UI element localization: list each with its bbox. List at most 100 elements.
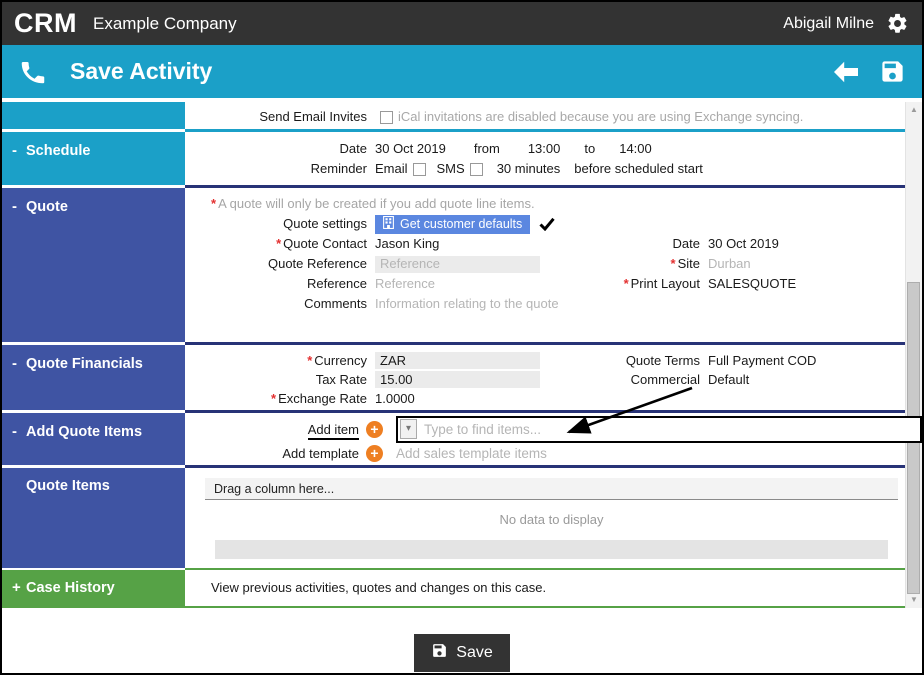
add-template-link[interactable]: Add template	[282, 446, 359, 461]
company-name: Example Company	[93, 13, 237, 33]
tax-rate-label: Tax Rate	[315, 371, 367, 387]
section-case-history: + Case History View previous activities, …	[2, 570, 922, 608]
ical-disabled-note: iCal invitations are disabled because yo…	[398, 109, 804, 124]
site-label: * Site	[670, 256, 700, 271]
collapse-icon[interactable]: -	[12, 198, 26, 215]
app-window: CRM Example Company Abigail Milne Save A…	[0, 0, 924, 675]
date-label: Date	[339, 141, 367, 156]
sidebar-item-schedule[interactable]: - Schedule	[2, 132, 185, 188]
add-item-plus-icon[interactable]: +	[366, 420, 383, 438]
topbar: CRM Example Company Abigail Milne	[2, 2, 922, 45]
quote-contact-value[interactable]: Jason King	[375, 235, 439, 253]
horizontal-scrollbar[interactable]	[215, 540, 888, 559]
phone-icon	[18, 57, 48, 87]
exchange-rate-label: * Exchange Rate	[271, 390, 367, 406]
commercial-value[interactable]: Default	[708, 371, 749, 389]
sidebar-item-quote[interactable]: - Quote	[2, 188, 185, 345]
quote-contact-label: * Quote Contact	[276, 236, 367, 251]
comments-label: Comments	[304, 296, 367, 311]
collapse-icon[interactable]: -	[12, 423, 26, 440]
user-name[interactable]: Abigail Milne	[783, 15, 874, 33]
sidebar-item-add-quote-items[interactable]: - Add Quote Items	[2, 413, 185, 468]
site-value[interactable]: Durban	[708, 255, 751, 273]
quote-date-label: Date	[672, 236, 700, 251]
quote-terms-value[interactable]: Full Payment COD	[708, 352, 816, 370]
main-area: Send Email Invites iCal invitations are …	[2, 102, 922, 608]
page-title: Save Activity	[70, 58, 213, 84]
sidebar-item-quote-financials[interactable]: - Quote Financials	[2, 345, 185, 413]
sidebar-item-invites[interactable]	[2, 102, 185, 132]
to-label: to	[584, 141, 596, 156]
scroll-up-icon[interactable]: ▲	[906, 102, 922, 118]
reference-label: Reference	[307, 276, 367, 291]
expand-icon[interactable]: +	[12, 579, 26, 596]
reminder-label: Reminder	[310, 161, 367, 176]
save-icon[interactable]	[879, 58, 906, 85]
gear-icon[interactable]	[884, 11, 910, 37]
column-drag-zone[interactable]: Drag a column here...	[205, 478, 898, 500]
quote-reference-label: Quote Reference	[267, 256, 367, 271]
back-icon[interactable]	[831, 60, 861, 84]
section-quote: - Quote * A quote will only be created if…	[2, 188, 922, 345]
sidebar-item-quote-items[interactable]: Quote Items	[2, 468, 185, 570]
floppy-icon	[431, 642, 448, 664]
page-header: Save Activity	[2, 45, 922, 98]
sidebar-item-label: Add Quote Items	[26, 424, 143, 440]
add-item-link[interactable]: Add item	[307, 421, 359, 440]
from-time-value[interactable]: 13:00	[528, 140, 561, 158]
section-quote-financials: - Quote Financials * Currency ZAR Quote Te…	[2, 345, 922, 413]
sms-reminder-checkbox[interactable]	[469, 162, 483, 176]
save-button-label: Save	[456, 644, 493, 661]
crm-logo: CRM	[14, 8, 77, 38]
building-icon	[383, 216, 394, 232]
send-email-invites-checkbox[interactable]	[380, 110, 393, 124]
empty-grid-message: No data to display	[499, 512, 604, 527]
sidebar-item-label: Schedule	[26, 143, 91, 159]
sidebar-item-case-history[interactable]: + Case History	[2, 570, 185, 608]
chevron-down-icon[interactable]: ▾	[400, 419, 417, 439]
reminder-suffix: before scheduled start	[574, 161, 703, 176]
save-button[interactable]: Save	[414, 634, 510, 672]
sidebar-item-label: Case History	[26, 580, 115, 596]
from-label: from	[473, 141, 500, 156]
vertical-scrollbar[interactable]: ▲ ▼	[905, 102, 922, 608]
tax-rate-input[interactable]: 15.00	[375, 371, 540, 388]
get-customer-defaults-label: Get customer defaults	[400, 217, 523, 231]
email-reminder-label: Email	[375, 161, 408, 176]
collapse-icon[interactable]: -	[12, 142, 26, 159]
collapse-icon[interactable]: -	[12, 355, 26, 372]
send-email-invites-label: Send Email Invites	[259, 109, 367, 124]
find-items-input[interactable]	[417, 421, 920, 437]
print-layout-value[interactable]: SALESQUOTE	[708, 275, 796, 293]
comments-input[interactable]: Information relating to the quote	[375, 295, 559, 313]
add-template-hint: Add sales template items	[396, 445, 547, 461]
quote-terms-label: Quote Terms	[625, 352, 700, 368]
get-customer-defaults-button[interactable]: Get customer defaults	[375, 214, 531, 234]
section-add-quote-items: -Add Quote Items Add item + ▾ Add templa…	[2, 413, 922, 468]
sms-reminder-label: SMS	[436, 161, 465, 176]
quote-settings-label: Quote settings	[283, 216, 367, 231]
date-value[interactable]: 30 Oct 2019	[375, 140, 446, 158]
quote-date-value[interactable]: 30 Oct 2019	[708, 235, 779, 253]
currency-label: * Currency	[307, 352, 367, 368]
section-quote-items: Quote Items Drag a column here... No dat…	[2, 468, 922, 570]
currency-input[interactable]: ZAR	[375, 352, 540, 369]
find-items-box: ▾	[396, 415, 922, 443]
section-schedule: - Schedule Date 30 Oct 2019 from 13:00 to…	[2, 132, 922, 188]
section-invites: Send Email Invites iCal invitations are …	[2, 102, 922, 132]
email-reminder-checkbox[interactable]	[412, 162, 426, 176]
quote-reference-input[interactable]: Reference	[375, 255, 540, 273]
scroll-down-icon[interactable]: ▼	[906, 592, 922, 608]
case-history-description: View previous activities, quotes and cha…	[211, 580, 547, 595]
reminder-minutes-value[interactable]: 30 minutes	[497, 160, 561, 178]
check-icon	[539, 217, 555, 231]
commercial-label: Commercial	[630, 371, 700, 387]
reference-input[interactable]: Reference	[375, 275, 435, 293]
sidebar-item-label: Quote Items	[26, 478, 110, 494]
required-marker: *	[211, 196, 217, 211]
exchange-rate-value[interactable]: 1.0000	[375, 390, 415, 408]
to-time-value[interactable]: 14:00	[619, 140, 652, 158]
print-layout-label: * Print Layout	[623, 276, 700, 291]
footer: Save	[2, 608, 922, 673]
add-template-plus-icon[interactable]: +	[366, 444, 383, 462]
